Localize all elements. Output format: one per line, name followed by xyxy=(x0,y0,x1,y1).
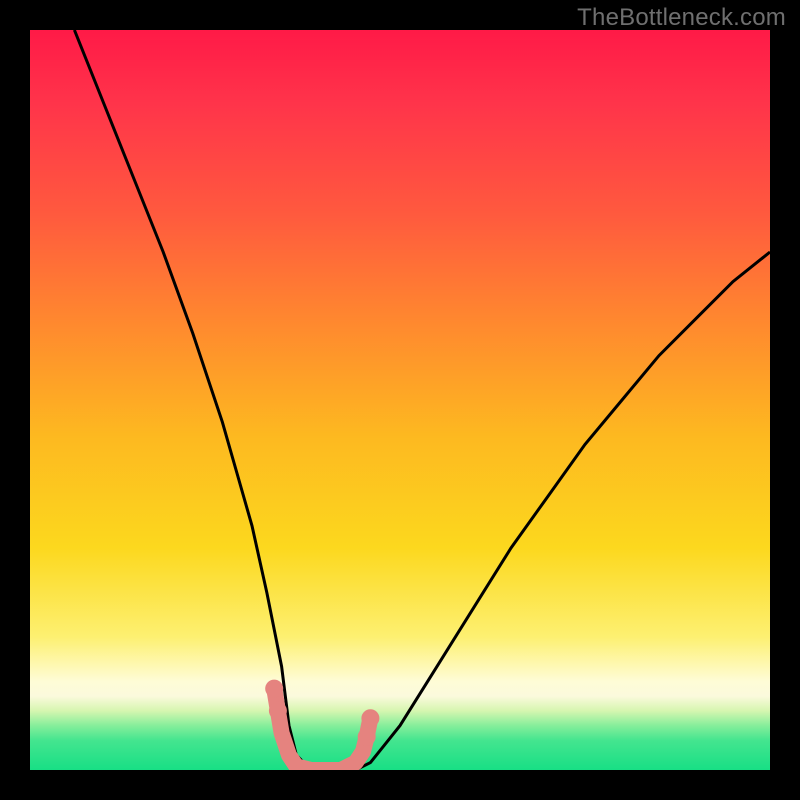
chart-frame: TheBottleneck.com xyxy=(0,0,800,800)
optimal-band-dot xyxy=(269,702,287,720)
optimal-band-dot xyxy=(265,680,283,698)
plot-area xyxy=(30,30,770,770)
optimal-band-dot xyxy=(361,709,379,727)
curve-group xyxy=(74,30,770,770)
optimal-band-path xyxy=(274,689,370,770)
optimal-band-marker xyxy=(265,680,379,770)
bottleneck-curve xyxy=(74,30,770,770)
optimal-band-dot xyxy=(358,728,376,746)
watermark-text: TheBottleneck.com xyxy=(577,4,786,32)
chart-svg xyxy=(30,30,770,770)
